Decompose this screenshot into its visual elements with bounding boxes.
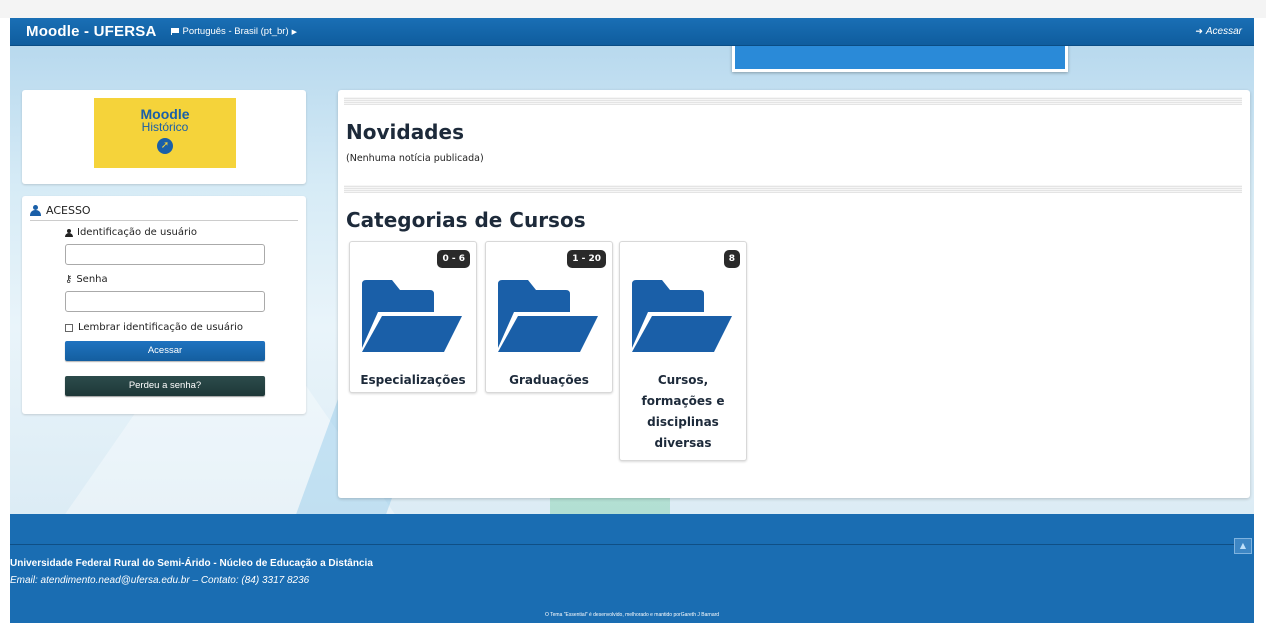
- folder-open-icon: [498, 280, 598, 352]
- username-label-text: Identificação de usuário: [77, 227, 198, 238]
- footer-theme-credit: O Tema "Essential" é desenvolvido, melho…: [544, 612, 720, 618]
- section-divider: [344, 97, 1242, 105]
- language-label: Português - Brasil (pt_br): [182, 26, 289, 37]
- user-icon: [30, 205, 41, 216]
- logo-panel: Moodle Histórico ➚: [22, 90, 306, 184]
- password-label-text: Senha: [76, 274, 108, 285]
- caret-right-icon: ▶: [291, 28, 298, 36]
- category-card-graduacoes[interactable]: 1 - 20 Graduações: [485, 241, 613, 393]
- news-empty-message: (Nenhuma notícia publicada): [346, 153, 484, 164]
- course-count-badge: 1 - 20: [567, 250, 606, 268]
- login-heading: ACESSO: [46, 204, 91, 217]
- sign-in-icon: ➜: [1195, 26, 1203, 36]
- forgot-password-button[interactable]: Perdeu a senha?: [65, 376, 265, 396]
- footer-divider: [10, 544, 1236, 545]
- password-label: ⚷ Senha: [65, 274, 108, 285]
- folder-open-icon: [362, 280, 462, 352]
- navbar-login-link[interactable]: ➜ Acessar: [1195, 26, 1242, 37]
- category-card-cursos-diversos[interactable]: 8 Cursos, formações e disciplinas divers…: [619, 241, 747, 461]
- categories-title: Categorias de Cursos: [346, 208, 586, 232]
- user-icon: [65, 228, 73, 237]
- category-name-line: diversas: [654, 436, 712, 450]
- username-label: Identificação de usuário: [65, 227, 197, 238]
- language-menu[interactable]: Português - Brasil (pt_br) ▶: [170, 26, 298, 37]
- course-count-badge: 0 - 6: [437, 250, 470, 268]
- footer-contact: Email: atendimento.nead@ufersa.edu.br – …: [10, 575, 310, 586]
- password-input[interactable]: [65, 291, 265, 312]
- login-block-header: ACESSO: [30, 204, 298, 221]
- key-icon: ⚷: [65, 274, 73, 285]
- course-count-badge: 8: [723, 250, 740, 268]
- footer-institution: Universidade Federal Rural do Semi-Árido…: [10, 558, 373, 569]
- remember-username-label: Lembrar identificação de usuário: [78, 322, 244, 333]
- header-banner-tab: [732, 46, 1068, 72]
- main-content: Novidades (Nenhuma notícia publicada) Ca…: [338, 90, 1250, 498]
- browser-top-strip: [0, 0, 1266, 18]
- cursor-circle-icon: ➚: [157, 138, 173, 154]
- moodle-historico-logo[interactable]: Moodle Histórico ➚: [94, 98, 236, 168]
- site-brand[interactable]: Moodle - UFERSA: [26, 23, 157, 40]
- news-title: Novidades: [346, 120, 464, 144]
- navbar-login-label: Acessar: [1205, 26, 1242, 37]
- category-name-line: Cursos,: [657, 373, 709, 387]
- category-name-line: formações e: [641, 394, 725, 408]
- back-to-top-button[interactable]: ▲: [1234, 538, 1252, 554]
- flag-icon: [170, 28, 180, 35]
- login-block: ACESSO Identificação de usuário ⚷ Senha …: [22, 196, 306, 414]
- logo-subtitle: Histórico: [141, 120, 189, 134]
- footer: ▲ Universidade Federal Rural do Semi-Ári…: [10, 514, 1254, 623]
- remember-username-row[interactable]: Lembrar identificação de usuário: [65, 322, 243, 333]
- remember-username-checkbox[interactable]: [65, 323, 73, 332]
- category-name: Especializações: [360, 373, 466, 387]
- category-name: Graduações: [509, 373, 589, 387]
- section-divider: [344, 185, 1242, 193]
- login-button[interactable]: Acessar: [65, 341, 265, 361]
- category-card-especializacoes[interactable]: 0 - 6 Especializações: [349, 241, 477, 393]
- category-name-line: disciplinas: [647, 415, 719, 429]
- username-input[interactable]: [65, 244, 265, 265]
- folder-open-icon: [632, 280, 732, 352]
- navbar: Moodle - UFERSA Português - Brasil (pt_b…: [10, 18, 1254, 46]
